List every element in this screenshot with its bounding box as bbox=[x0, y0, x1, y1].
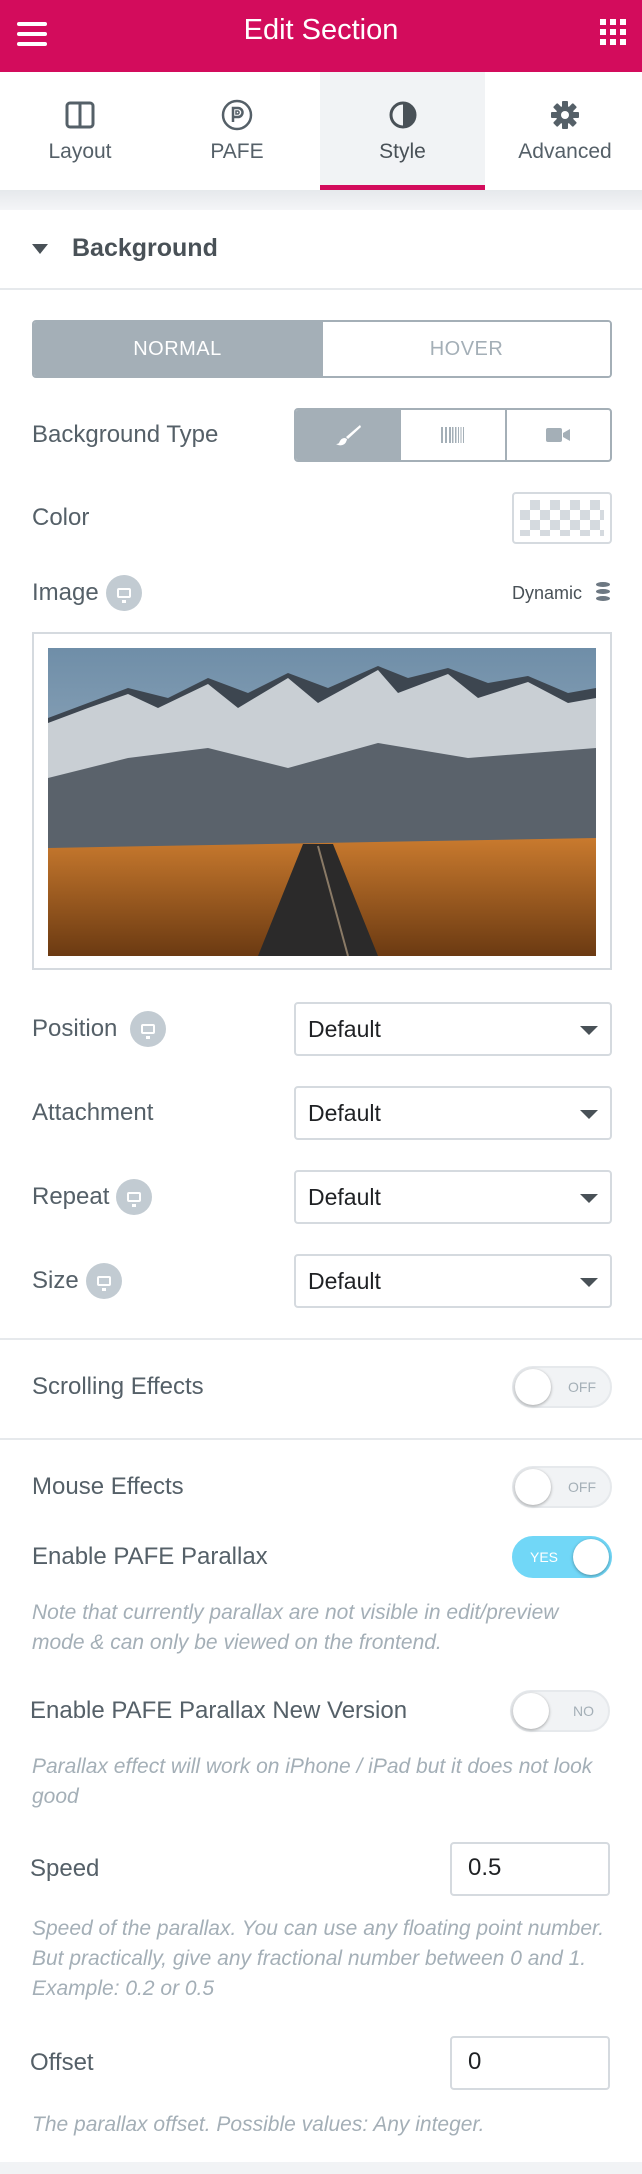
columns-icon bbox=[65, 101, 95, 129]
toggle-knob bbox=[573, 1539, 609, 1575]
video-icon bbox=[546, 428, 571, 442]
chevron-down-icon bbox=[580, 1026, 598, 1035]
responsive-desktop-icon[interactable] bbox=[106, 575, 142, 611]
repeat-select[interactable]: Default bbox=[294, 1170, 612, 1224]
video-option[interactable] bbox=[504, 410, 610, 460]
grid-icon[interactable] bbox=[600, 19, 626, 45]
tabs-divider bbox=[0, 190, 642, 210]
section-title: Background bbox=[72, 234, 218, 262]
database-icon[interactable] bbox=[596, 582, 612, 604]
position-value: Default bbox=[308, 1016, 381, 1042]
panel-tabs: Layout PAFE Style Advanced bbox=[0, 72, 642, 190]
pafe-parallax-new-label: Enable PAFE Parallax New Version bbox=[30, 1697, 408, 1724]
repeat-label: Repeat bbox=[32, 1183, 110, 1210]
panel-bottom-edge bbox=[0, 2162, 642, 2174]
tab-pafe[interactable]: PAFE bbox=[157, 72, 317, 190]
responsive-desktop-icon[interactable] bbox=[116, 1179, 152, 1215]
pafe-parallax-note: Note that currently parallax are not vis… bbox=[32, 1601, 559, 1654]
tab-pafe-label: PAFE bbox=[210, 140, 264, 163]
normal-tab[interactable]: NORMAL bbox=[34, 322, 321, 376]
scrolling-effects-toggle[interactable]: OFF bbox=[512, 1366, 612, 1408]
contrast-icon bbox=[389, 101, 416, 129]
section-background-header[interactable]: Background bbox=[0, 210, 642, 290]
toggle-knob bbox=[515, 1369, 551, 1405]
toggle-state: YES bbox=[530, 1549, 559, 1565]
toggle-knob bbox=[513, 1693, 549, 1729]
tab-style-label: Style bbox=[379, 140, 426, 163]
panel-title: Edit Section bbox=[243, 14, 399, 46]
offset-input[interactable]: 0 bbox=[450, 2036, 610, 2090]
chevron-down-icon bbox=[580, 1194, 598, 1203]
size-select[interactable]: Default bbox=[294, 1254, 612, 1308]
gear-icon bbox=[551, 101, 579, 129]
brush-icon bbox=[335, 425, 361, 446]
pafe-parallax-new-note: Parallax effect will work on iPhone / iP… bbox=[32, 1755, 593, 1808]
repeat-value: Default bbox=[308, 1184, 381, 1210]
pafe-icon bbox=[221, 99, 253, 131]
mouse-effects-label: Mouse Effects bbox=[32, 1473, 184, 1500]
mountain-road-image bbox=[48, 648, 596, 956]
attachment-value: Default bbox=[308, 1100, 381, 1126]
speed-label: Speed bbox=[30, 1855, 100, 1882]
state-switcher: NORMAL HOVER bbox=[32, 320, 612, 378]
color-picker[interactable] bbox=[512, 492, 612, 544]
toggle-state: NO bbox=[573, 1703, 594, 1719]
tab-advanced-label: Advanced bbox=[518, 140, 612, 163]
panel-header: Edit Section bbox=[0, 0, 642, 72]
chevron-down-icon bbox=[580, 1278, 598, 1287]
image-label: Image bbox=[32, 579, 99, 606]
gradient-icon bbox=[440, 427, 464, 443]
responsive-desktop-icon[interactable] bbox=[86, 1263, 122, 1299]
caret-down-icon bbox=[32, 244, 48, 254]
offset-label: Offset bbox=[30, 2049, 94, 2076]
pafe-parallax-label: Enable PAFE Parallax bbox=[32, 1543, 268, 1570]
pafe-parallax-toggle[interactable]: YES bbox=[512, 1536, 612, 1578]
responsive-desktop-icon[interactable] bbox=[130, 1011, 166, 1047]
image-chooser[interactable] bbox=[32, 632, 612, 970]
background-type-choices bbox=[294, 408, 612, 462]
position-select[interactable]: Default bbox=[294, 1002, 612, 1056]
mouse-effects-toggle[interactable]: OFF bbox=[512, 1466, 612, 1508]
tab-advanced[interactable]: Advanced bbox=[488, 72, 642, 190]
size-label: Size bbox=[32, 1267, 79, 1294]
toggle-knob bbox=[515, 1469, 551, 1505]
gradient-option[interactable] bbox=[399, 410, 504, 460]
speed-input[interactable]: 0.5 bbox=[450, 1842, 610, 1896]
attachment-select[interactable]: Default bbox=[294, 1086, 612, 1140]
offset-note: The parallax offset. Possible values: An… bbox=[32, 2113, 485, 2136]
hover-tab[interactable]: HOVER bbox=[321, 322, 610, 376]
tab-layout[interactable]: Layout bbox=[0, 72, 160, 190]
classic-option[interactable] bbox=[296, 410, 400, 460]
dynamic-tags-button[interactable]: Dynamic bbox=[512, 583, 582, 604]
transparent-swatch bbox=[520, 500, 604, 536]
chevron-down-icon bbox=[580, 1110, 598, 1119]
tab-style[interactable]: Style bbox=[320, 72, 485, 190]
tab-layout-label: Layout bbox=[48, 140, 112, 163]
color-label: Color bbox=[32, 504, 90, 531]
background-type-label: Background Type bbox=[32, 421, 219, 448]
divider bbox=[0, 1438, 642, 1440]
toggle-state: OFF bbox=[568, 1479, 596, 1495]
speed-note: Speed of the parallax. You can use any f… bbox=[32, 1917, 605, 2000]
size-value: Default bbox=[308, 1268, 381, 1294]
attachment-label: Attachment bbox=[32, 1099, 154, 1126]
pafe-parallax-new-toggle[interactable]: NO bbox=[510, 1690, 610, 1732]
scrolling-effects-label: Scrolling Effects bbox=[32, 1373, 204, 1400]
toggle-state: OFF bbox=[568, 1379, 596, 1395]
divider bbox=[0, 1338, 642, 1340]
position-label: Position bbox=[32, 1015, 118, 1042]
